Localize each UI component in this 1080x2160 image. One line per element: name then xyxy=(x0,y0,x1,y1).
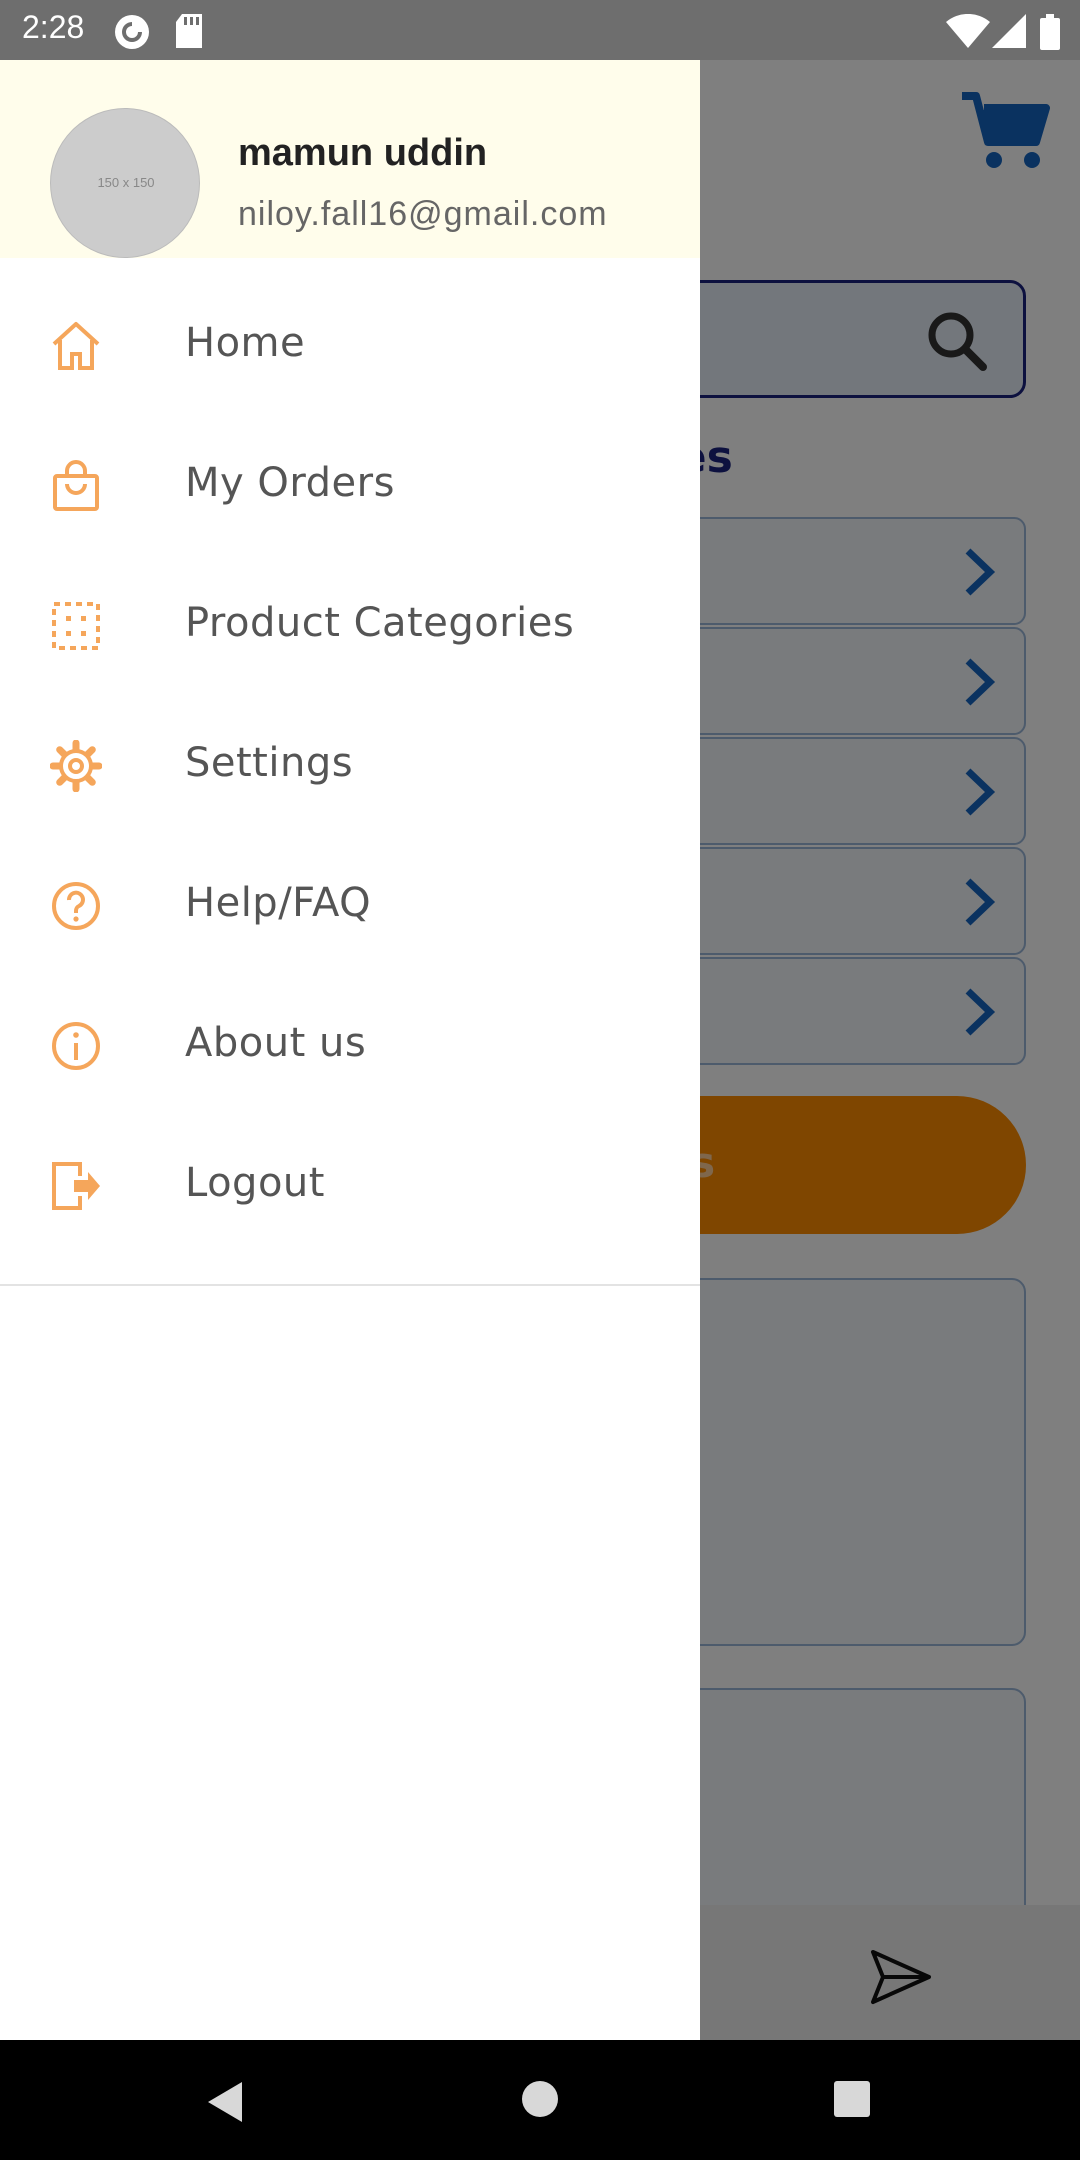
logout-icon xyxy=(52,1162,100,1210)
menu-label: Product Categories xyxy=(185,600,575,646)
menu-item-help-faq[interactable]: Help/FAQ xyxy=(0,858,700,998)
status-bar: 2:28 xyxy=(0,0,1080,60)
menu-item-product-categories[interactable]: Product Categories xyxy=(0,578,700,718)
sd-card-icon xyxy=(176,14,202,48)
home-icon xyxy=(52,322,100,370)
battery-icon xyxy=(1040,14,1060,50)
menu-item-about-us[interactable]: About us xyxy=(0,998,700,1138)
categories-grid-icon xyxy=(52,602,100,650)
menu-item-logout[interactable]: Logout xyxy=(0,1138,700,1278)
menu-label: My Orders xyxy=(185,460,395,506)
avatar-placeholder-text: 150 x 150 xyxy=(97,175,155,190)
menu-label: Home xyxy=(185,320,306,366)
menu-item-home[interactable]: Home xyxy=(0,298,700,438)
avatar[interactable]: 150 x 150 xyxy=(50,108,200,258)
home-circle-icon[interactable] xyxy=(521,2080,559,2118)
wifi-icon xyxy=(946,14,990,48)
help-icon xyxy=(52,882,100,930)
menu-item-my-orders[interactable]: My Orders xyxy=(0,438,700,578)
back-icon[interactable] xyxy=(204,2080,244,2124)
system-nav-bar xyxy=(0,2040,1080,2160)
user-name: mamun uddin xyxy=(238,132,488,174)
user-email: niloy.fall16@gmail.com xyxy=(238,195,608,233)
menu-label: Settings xyxy=(185,740,354,786)
signal-icon xyxy=(992,14,1026,48)
menu-label: Logout xyxy=(185,1160,325,1206)
drawer-header: 150 x 150 mamun uddin niloy.fall16@gmail… xyxy=(0,60,700,258)
pocket-casts-icon xyxy=(115,15,149,49)
menu-label: Help/FAQ xyxy=(185,880,372,926)
menu-item-settings[interactable]: Settings xyxy=(0,718,700,858)
gear-icon xyxy=(50,740,102,792)
drawer-menu: Home My Orders Product Categories Settin… xyxy=(0,298,700,1278)
shopping-bag-icon xyxy=(53,460,99,511)
navigation-drawer: 150 x 150 mamun uddin niloy.fall16@gmail… xyxy=(0,60,700,2040)
info-icon xyxy=(52,1022,100,1070)
recents-icon[interactable] xyxy=(833,2080,871,2118)
menu-label: About us xyxy=(185,1020,367,1066)
status-time: 2:28 xyxy=(22,9,85,45)
drawer-divider xyxy=(0,1284,700,1286)
